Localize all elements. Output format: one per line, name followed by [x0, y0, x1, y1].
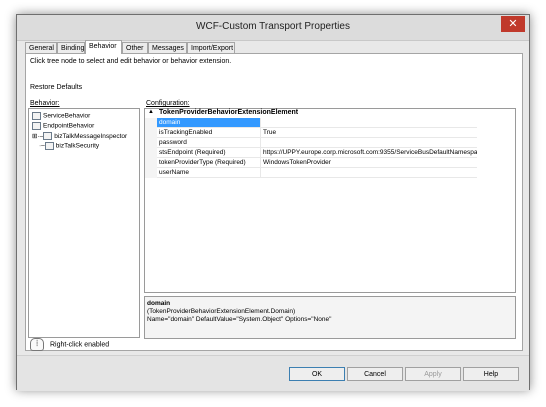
grid-row-password[interactable]: password: [145, 138, 515, 148]
tab-general[interactable]: General: [25, 42, 57, 53]
property-grid[interactable]: ▲ TokenProviderBehaviorExtensionElement …: [144, 108, 516, 293]
property-value[interactable]: https://UPPY.europe.corp.microsoft.com:9…: [261, 148, 477, 158]
property-grid-header: ▲ TokenProviderBehaviorExtensionElement: [145, 109, 515, 118]
tab-binding[interactable]: Binding: [57, 42, 85, 53]
row-gutter: [145, 158, 157, 168]
property-description: domain (TokenProviderBehaviorExtensionEl…: [144, 296, 516, 339]
window-title: WCF-Custom Transport Properties: [196, 21, 350, 32]
description-line-2: Name="domain" DefaultValue="System.Objec…: [147, 316, 332, 323]
row-gutter: [145, 138, 157, 148]
property-name: userName: [157, 168, 261, 178]
right-click-label: Right-click enabled: [50, 341, 110, 349]
property-name: isTrackingEnabled: [157, 128, 261, 138]
grid-row-domain[interactable]: domain: [145, 118, 515, 128]
tree-item-biztalk-security[interactable]: ·– bizTalkSecurity: [32, 142, 99, 150]
tab-import-export[interactable]: Import/Export: [187, 42, 235, 53]
property-name: tokenProviderType (Required): [157, 158, 261, 168]
ok-button[interactable]: OK: [289, 367, 345, 381]
grid-row-sts-endpoint[interactable]: stsEndpoint (Required) https://UPPY.euro…: [145, 148, 515, 158]
extension-icon: [43, 132, 53, 141]
tab-messages[interactable]: Messages: [148, 42, 187, 53]
dialog-window: WCF-Custom Transport Properties ✕ Genera…: [16, 14, 530, 391]
property-value[interactable]: WindowsTokenProvider: [261, 158, 477, 168]
close-button[interactable]: ✕: [501, 16, 525, 32]
row-gutter: [145, 118, 157, 128]
behavior-tree[interactable]: ServiceBehavior EndpointBehavior ⊞·– bizT…: [28, 108, 140, 338]
property-name: stsEndpoint (Required): [157, 148, 261, 158]
tree-item-label: bizTalkMessageInspector: [54, 133, 128, 140]
row-gutter: [145, 128, 157, 138]
property-value[interactable]: [261, 168, 477, 178]
restore-defaults-link[interactable]: Restore Defaults: [30, 84, 82, 91]
row-gutter: [145, 148, 157, 158]
help-button[interactable]: Help: [463, 367, 519, 381]
right-click-status: ┆ Right-click enabled: [30, 338, 109, 351]
property-value[interactable]: [261, 118, 477, 128]
property-name: domain: [157, 118, 261, 128]
tab-behavior[interactable]: Behavior: [85, 40, 122, 54]
behavior-label: Behavior:: [30, 100, 60, 107]
mouse-icon: ┆: [30, 338, 44, 351]
apply-button[interactable]: Apply: [405, 367, 461, 381]
title-bar: WCF-Custom Transport Properties ✕: [17, 15, 529, 41]
tree-item-label: ServiceBehavior: [43, 112, 91, 120]
tree-item-endpoint-behavior[interactable]: EndpointBehavior: [32, 122, 94, 130]
instruction-text: Click tree node to select and edit behav…: [30, 58, 232, 65]
tree-item-biztalk-message-inspector[interactable]: ⊞·– bizTalkMessageInspector: [32, 132, 128, 141]
property-value[interactable]: [261, 138, 477, 148]
configuration-label: Configuration:: [146, 100, 190, 107]
property-value[interactable]: True: [261, 128, 477, 138]
grid-row-token-provider-type[interactable]: tokenProviderType (Required) WindowsToke…: [145, 158, 515, 168]
description-line-1: (TokenProviderBehaviorExtensionElement.D…: [147, 308, 296, 315]
tree-item-label: EndpointBehavior: [43, 122, 95, 130]
grid-row-user-name[interactable]: userName: [145, 168, 515, 178]
cancel-button[interactable]: Cancel: [347, 367, 403, 381]
tab-other[interactable]: Other: [122, 42, 148, 53]
grid-row-is-tracking-enabled[interactable]: isTrackingEnabled True: [145, 128, 515, 138]
tree-item-service-behavior[interactable]: ServiceBehavior: [32, 112, 90, 120]
behavior-icon: [32, 112, 41, 120]
extension-icon: [44, 142, 54, 150]
tree-item-label: bizTalkSecurity: [55, 142, 100, 150]
grid-category-title: TokenProviderBehaviorExtensionElement: [159, 109, 299, 116]
row-gutter: [145, 168, 157, 178]
description-title: domain: [147, 300, 171, 307]
behavior-icon: [32, 122, 41, 130]
collapse-icon[interactable]: ▲: [148, 109, 154, 115]
property-name: password: [157, 138, 261, 148]
